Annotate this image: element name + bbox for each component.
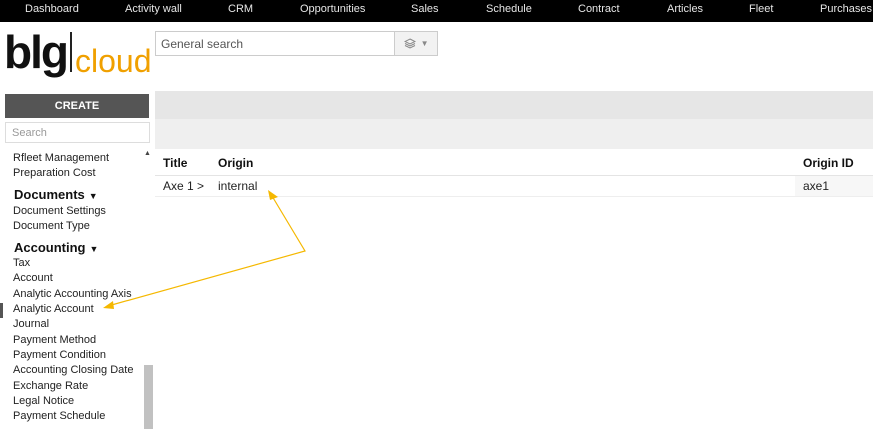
sidebar-item-legal-notice[interactable]: Legal Notice [13, 395, 74, 408]
active-item-indicator [0, 303, 3, 318]
section-label-documents: Documents [14, 187, 85, 202]
nav-articles[interactable]: Articles [667, 0, 703, 22]
caret-down-icon: ▼ [88, 191, 98, 201]
nav-fleet[interactable]: Fleet [749, 0, 773, 22]
sidebar-section-accounting[interactable]: Accounting ▼ [14, 240, 98, 257]
sidebar-item-account[interactable]: Account [13, 272, 53, 285]
chevron-down-icon: ▼ [420, 39, 429, 48]
sidebar-item-payment-schedule[interactable]: Payment Schedule [13, 410, 105, 423]
filter-bar [155, 119, 873, 149]
sidebar-item-rfleet-management[interactable]: Rfleet Management [13, 152, 109, 165]
scroll-up-arrow-icon[interactable]: ▲ [144, 150, 151, 158]
table-row[interactable]: Axe 1 > internal axe1 [155, 176, 873, 197]
layers-icon [403, 37, 419, 49]
sidebar-item-payment-method[interactable]: Payment Method [13, 334, 96, 347]
sidebar-item-exchange-rate[interactable]: Exchange Rate [13, 380, 88, 393]
sidebar-item-document-settings[interactable]: Document Settings [13, 205, 106, 218]
nav-sales[interactable]: Sales [411, 0, 439, 22]
column-header-title[interactable]: Title [163, 156, 187, 170]
table-header: Title Origin Origin ID [155, 151, 873, 176]
sidebar-item-analytic-accounting-axis[interactable]: Analytic Accounting Axis [13, 288, 132, 301]
general-search-input[interactable] [155, 31, 394, 56]
cell-origin: internal [218, 179, 258, 193]
sidebar-item-payment-condition[interactable]: Payment Condition [13, 349, 106, 362]
create-button[interactable]: CREATE [5, 94, 149, 118]
nav-activity-wall[interactable]: Activity wall [125, 0, 182, 22]
search-scope-button[interactable]: ▼ [394, 31, 438, 56]
app-logo[interactable]: blg cloud [4, 26, 152, 79]
nav-crm[interactable]: CRM [228, 0, 253, 22]
top-navigation: Dashboard Activity wall CRM Opportunitie… [0, 0, 873, 22]
nav-contract[interactable]: Contract [578, 0, 620, 22]
nav-purchases[interactable]: Purchases [820, 0, 872, 22]
nav-dashboard[interactable]: Dashboard [25, 0, 79, 22]
section-label-accounting: Accounting [14, 240, 86, 255]
cell-title[interactable]: Axe 1 > [163, 179, 204, 193]
cell-origin-id: axe1 [803, 179, 830, 193]
nav-schedule[interactable]: Schedule [486, 0, 532, 22]
sidebar-item-journal[interactable]: Journal [13, 318, 49, 331]
sidebar-item-preparation-cost[interactable]: Preparation Cost [13, 167, 96, 180]
sidebar-item-accounting-closing-date[interactable]: Accounting Closing Date [13, 364, 133, 377]
sidebar-scrollbar-thumb[interactable] [144, 365, 153, 429]
sidebar-item-analytic-account[interactable]: Analytic Account [13, 303, 94, 316]
action-toolbar [155, 91, 873, 119]
logo-separator [69, 32, 72, 72]
column-header-origin-id[interactable]: Origin ID [803, 156, 854, 170]
sidebar-item-tax[interactable]: Tax [13, 257, 30, 270]
nav-opportunities[interactable]: Opportunities [300, 0, 365, 22]
column-header-origin[interactable]: Origin [218, 156, 253, 170]
caret-down-icon: ▼ [89, 244, 99, 254]
logo-text-blg: blg [4, 26, 69, 78]
sidebar-search-input[interactable] [5, 122, 150, 143]
sidebar-section-documents[interactable]: Documents ▼ [14, 187, 98, 204]
logo-text-cloud: cloud [74, 43, 152, 79]
sidebar-menu: Rfleet Management Preparation Cost Docum… [0, 150, 155, 429]
sidebar-item-document-type[interactable]: Document Type [13, 220, 90, 233]
